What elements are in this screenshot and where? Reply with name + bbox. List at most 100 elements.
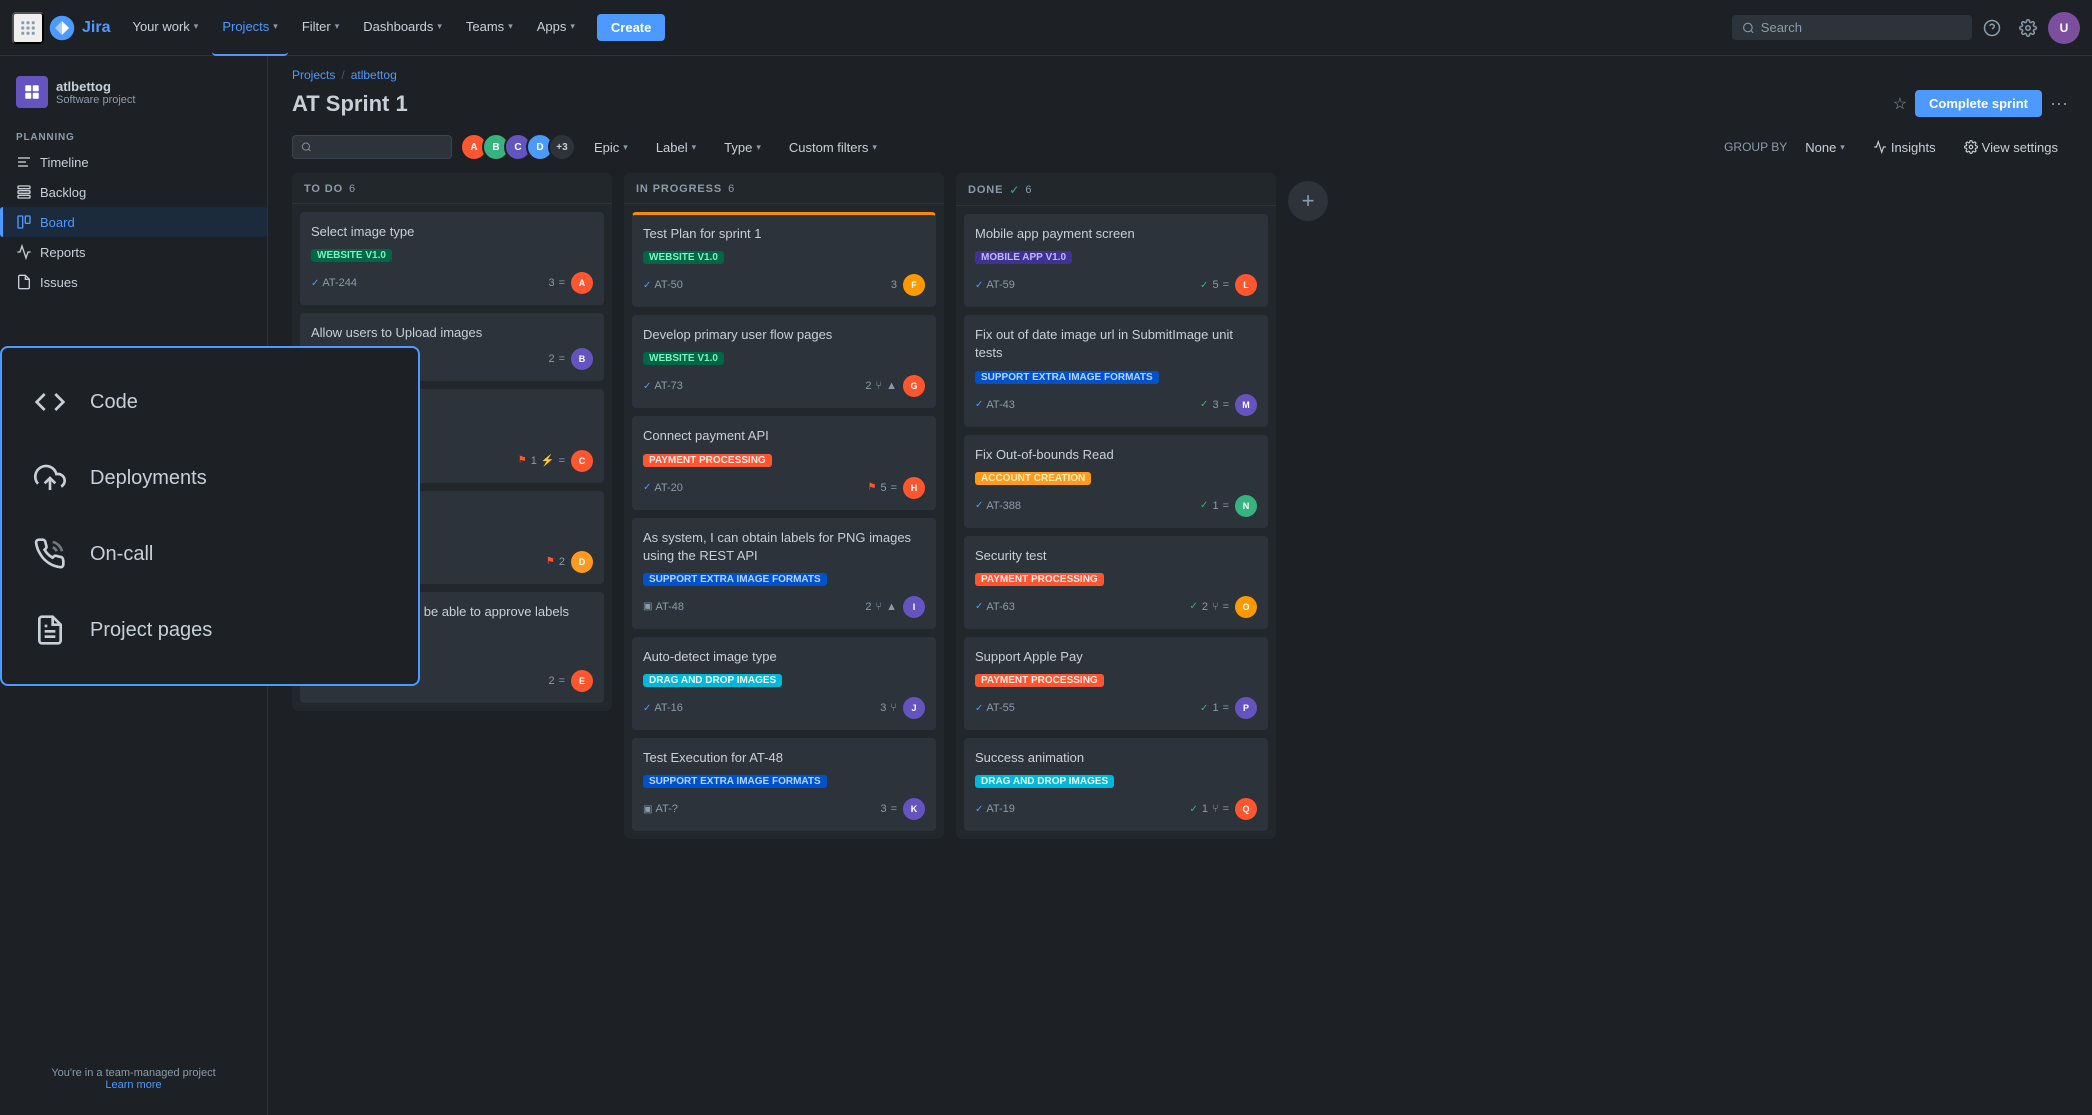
card-metrics: ✓ 3 = (1200, 399, 1229, 411)
card-at-20[interactable]: Connect payment API PAYMENT PROCESSING ✓… (632, 416, 936, 509)
done-icon: ✓ (1189, 804, 1197, 815)
issue-id: ✓ AT-244 (311, 277, 357, 289)
card-at-16[interactable]: Auto-detect image type DRAG AND DROP IMA… (632, 637, 936, 730)
assignee-avatar: H (903, 477, 925, 499)
card-title: Allow users to Upload images (311, 324, 593, 342)
sidebar-item-board[interactable]: Board (0, 207, 267, 237)
project-name: atlbettog (56, 79, 135, 94)
popup-item-oncall[interactable]: On-call (2, 516, 418, 592)
sidebar-item-backlog[interactable]: Backlog (0, 177, 267, 207)
settings-icon (1964, 140, 1978, 154)
metric-count: 3 (548, 277, 554, 289)
top-nav: Jira Your work ▾ Projects ▾ Filter ▾ Das… (0, 0, 2092, 56)
oncall-icon (30, 534, 70, 574)
issue-id: ▣ AT-? (643, 803, 678, 815)
card-metrics: 3 = (548, 277, 565, 289)
label-filter-button[interactable]: Label ▾ (646, 136, 706, 159)
column-done: DONE ✓ 6 Mobile app payment screen MOBIL… (956, 173, 1276, 839)
card-tag: PAYMENT PROCESSING (643, 454, 772, 467)
nav-your-work[interactable]: Your work ▾ (122, 0, 208, 56)
nav-projects[interactable]: Projects ▾ (212, 0, 288, 56)
column-inprogress-title: IN PROGRESS (636, 183, 722, 195)
toolbar-search-input[interactable] (316, 140, 443, 154)
popup-code-label: Code (90, 391, 138, 414)
board-icon (16, 214, 32, 230)
group-by-selector[interactable]: None ▾ (1795, 136, 1855, 159)
code-icon (30, 382, 70, 422)
toolbar: A B C D +3 Epic ▾ Label ▾ Type ▾ Custom … (268, 129, 2092, 173)
popup-item-project-pages[interactable]: Project pages (2, 592, 418, 668)
planning-label: PLANNING (0, 124, 267, 147)
nav-filter[interactable]: Filter ▾ (292, 0, 349, 56)
assignee-avatar: C (571, 450, 593, 472)
popup-pages-label: Project pages (90, 619, 212, 642)
star-button[interactable]: ☆ (1893, 94, 1907, 114)
card-footer: ✓ AT-388 ✓ 1 = N (975, 495, 1257, 517)
epic-filter-button[interactable]: Epic ▾ (584, 136, 638, 159)
sidebar-item-reports[interactable]: Reports (0, 237, 267, 267)
card-at-43[interactable]: Fix out of date image url in SubmitImage… (964, 315, 1268, 426)
sidebar-footer: You're in a team-managed project Learn m… (0, 1055, 267, 1103)
card-at-63[interactable]: Security test PAYMENT PROCESSING ✓ AT-63… (964, 536, 1268, 629)
card-test-exec[interactable]: Test Execution for AT-48 SUPPORT EXTRA I… (632, 738, 936, 831)
equals-icon: = (1223, 399, 1229, 411)
issue-id: ✓ AT-63 (975, 601, 1015, 613)
sidebar-item-timeline[interactable]: Timeline (0, 147, 267, 177)
search-box[interactable] (1732, 15, 1972, 40)
card-tag: SUPPORT EXTRA IMAGE FORMATS (643, 775, 827, 788)
metric-count: 2 (559, 556, 565, 568)
column-done-cards: Mobile app payment screen MOBILE APP V1.… (956, 206, 1276, 839)
settings-button[interactable] (2012, 12, 2044, 44)
add-column-button[interactable]: + (1288, 181, 1328, 221)
card-at-59[interactable]: Mobile app payment screen MOBILE APP V1.… (964, 214, 1268, 307)
card-at-48[interactable]: As system, I can obtain labels for PNG i… (632, 518, 936, 629)
more-options-button[interactable]: ··· (2050, 93, 2068, 114)
column-inprogress: IN PROGRESS 6 Test Plan for sprint 1 WEB… (624, 173, 944, 839)
toolbar-search[interactable] (292, 135, 452, 159)
view-settings-button[interactable]: View settings (1954, 136, 2068, 159)
card-at-388[interactable]: Fix Out-of-bounds Read ACCOUNT CREATION … (964, 435, 1268, 528)
project-icon (16, 76, 48, 108)
done-icon: ✓ (1200, 280, 1208, 291)
grid-menu-button[interactable] (12, 12, 44, 44)
avatar-count[interactable]: +3 (548, 133, 576, 161)
nav-apps[interactable]: Apps ▾ (527, 0, 585, 56)
nav-teams[interactable]: Teams ▾ (456, 0, 523, 56)
flag-icon: ⚑ (518, 455, 527, 466)
nav-dashboards[interactable]: Dashboards ▾ (353, 0, 452, 56)
breadcrumb-project-link[interactable]: atlbettog (351, 68, 397, 82)
footer-learn-more-link[interactable]: Learn more (105, 1079, 161, 1091)
breadcrumb-projects-link[interactable]: Projects (292, 68, 335, 82)
card-at-244[interactable]: Select image type WEBSITE V1.0 ✓ AT-244 … (300, 212, 604, 305)
type-filter-button[interactable]: Type ▾ (714, 136, 771, 159)
equals-icon: = (559, 455, 565, 467)
column-todo-title: TO DO (304, 183, 343, 195)
card-at-55[interactable]: Support Apple Pay PAYMENT PROCESSING ✓ A… (964, 637, 1268, 730)
card-tag: ACCOUNT CREATION (975, 472, 1091, 485)
branch-icon: ⑂ (1212, 803, 1219, 815)
card-at-19[interactable]: Success animation DRAG AND DROP IMAGES ✓… (964, 738, 1268, 831)
branch-icon: ⑂ (876, 380, 883, 392)
card-at-73[interactable]: Develop primary user flow pages WEBSITE … (632, 315, 936, 408)
jira-logo[interactable]: Jira (48, 14, 110, 42)
main-layout: atlbettog Software project PLANNING Time… (0, 56, 2092, 1115)
help-button[interactable] (1976, 12, 2008, 44)
popup-item-code[interactable]: Code (2, 364, 418, 440)
chevron-down-icon: ▾ (273, 21, 278, 32)
user-avatar[interactable]: U (2048, 12, 2080, 44)
equals-icon: = (1223, 803, 1229, 815)
insights-button[interactable]: Insights (1863, 136, 1946, 159)
create-button[interactable]: Create (597, 14, 665, 41)
popup-item-deployments[interactable]: Deployments (2, 440, 418, 516)
card-at-50[interactable]: Test Plan for sprint 1 WEBSITE V1.0 ✓ AT… (632, 212, 936, 307)
custom-filters-button[interactable]: Custom filters ▾ (779, 136, 887, 159)
complete-sprint-button[interactable]: Complete sprint (1915, 90, 2042, 117)
search-input[interactable] (1761, 20, 1962, 35)
sidebar-item-issues[interactable]: Issues (0, 267, 267, 297)
card-title: Fix Out-of-bounds Read (975, 446, 1257, 464)
project-type: Software project (56, 94, 135, 106)
assignee-avatar: K (903, 798, 925, 820)
metric-count: 5 (880, 482, 886, 494)
check-icon: ✓ (643, 703, 651, 714)
metric-count: 3 (880, 702, 886, 714)
